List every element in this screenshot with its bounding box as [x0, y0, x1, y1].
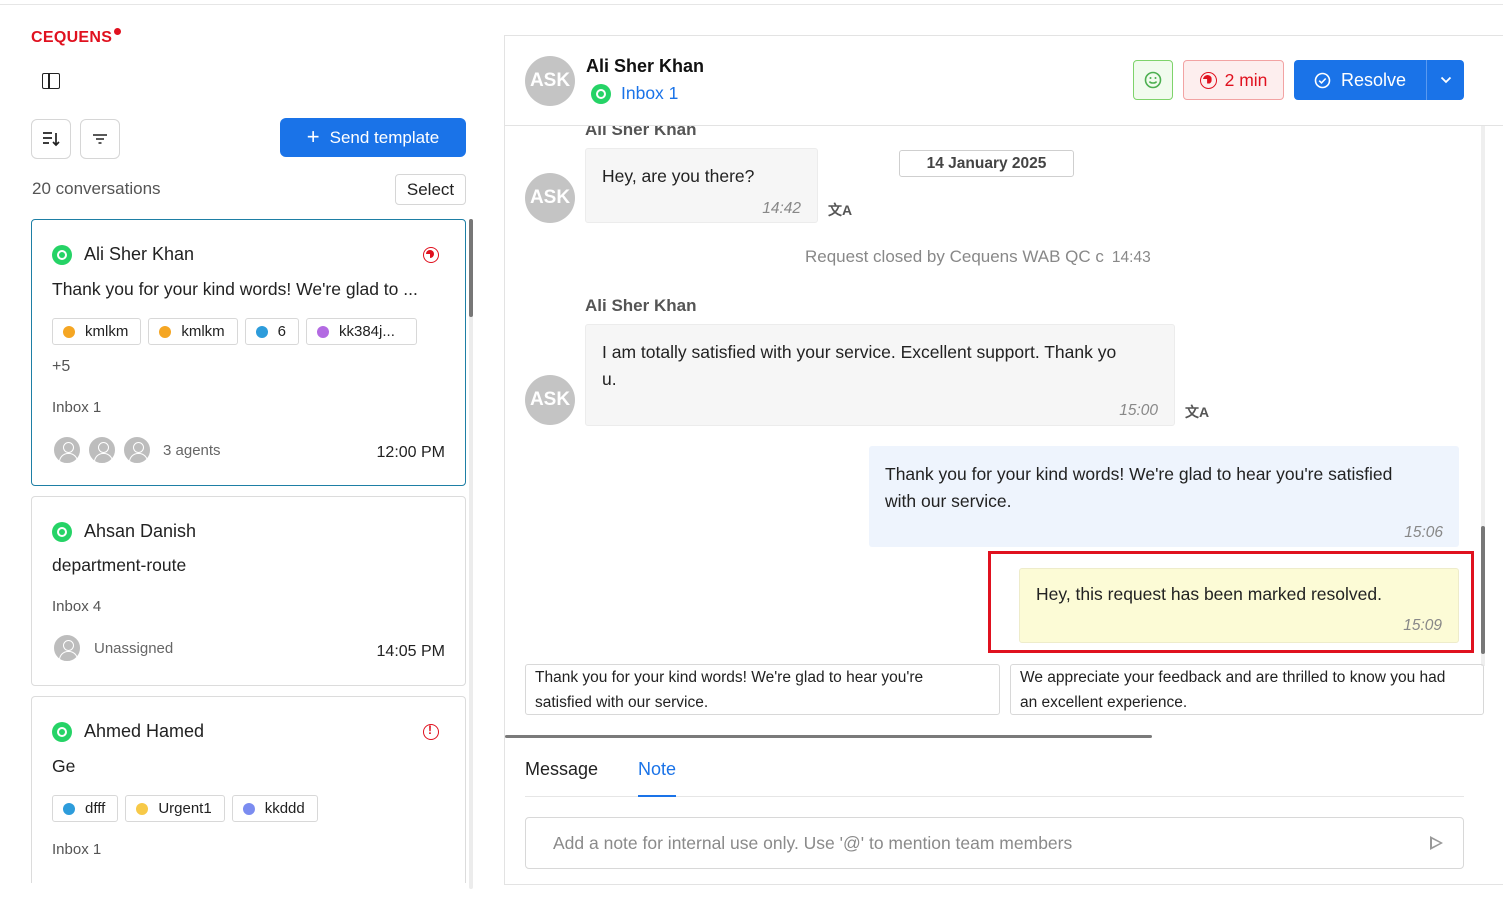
filter-button[interactable]	[80, 119, 120, 159]
reply-suggestion[interactable]: We appreciate your feedback and are thri…	[1010, 664, 1484, 715]
plus-icon: +	[306, 123, 320, 149]
unassigned-avatar	[52, 633, 82, 663]
chevron-down-icon	[1440, 76, 1451, 84]
conversation-time: 12:00 PM	[376, 444, 445, 461]
agent-avatar	[52, 435, 82, 465]
incoming-message: Hey, are you there? 14:42	[585, 148, 818, 223]
composer-tabs: Message Note	[525, 754, 1464, 797]
scrollbar-thumb[interactable]	[469, 219, 473, 317]
filter-icon	[93, 134, 107, 144]
reply-suggestion[interactable]: Thank you for your kind words! We're gla…	[525, 664, 1000, 715]
tab-note[interactable]: Note	[638, 754, 677, 797]
tag-color-dot	[136, 802, 149, 815]
tab-message[interactable]: Message	[525, 754, 598, 797]
tag-color-dot	[255, 325, 268, 338]
whatsapp-icon	[591, 83, 611, 104]
alert-icon	[423, 723, 439, 740]
message-preview: Ge	[52, 756, 76, 776]
contact-name: Ali Sher Khan	[84, 244, 195, 264]
sort-button[interactable]	[31, 119, 71, 159]
conversation-card[interactable]: Ahmed Hamed Ge dfff Urgent1 kkddd Inbox …	[31, 696, 466, 896]
contact-avatar: ASK	[525, 375, 575, 425]
tag-chip: Urgent1	[125, 795, 225, 822]
list-fade	[31, 883, 471, 913]
tag-color-dot	[317, 325, 329, 338]
conversation-card[interactable]: Ahsan Danish department-route Inbox 4 Un…	[31, 496, 466, 686]
tag-chip: dfff	[52, 795, 119, 822]
translate-icon[interactable]: 文A	[1185, 402, 1209, 422]
sidebar-scrollbar[interactable]	[469, 219, 473, 889]
agents-count: 3 agents	[163, 441, 221, 459]
chat-inbox[interactable]: Inbox 1	[591, 83, 678, 104]
sla-timer-button[interactable]: 2 min	[1183, 60, 1284, 100]
resolve-options-dropdown[interactable]	[1427, 76, 1464, 84]
agent-avatar	[122, 435, 152, 465]
timer-status-icon	[423, 247, 439, 263]
inbox-label: Inbox 1	[52, 841, 102, 858]
contact-name: Ahmed Hamed	[84, 721, 205, 741]
contact-avatar: ASK	[525, 56, 575, 106]
chat-header: ASK Ali Sher Khan Inbox 1 2 min Resolve	[505, 36, 1503, 126]
brand-logo: CEQUENS	[31, 28, 122, 47]
tag-color-dot	[242, 802, 255, 815]
tag-chip: kmlkm	[148, 318, 238, 345]
system-message: Request closed by Cequens WAB QC c 14:43	[805, 247, 1151, 266]
tag-chip: kkddd	[231, 795, 318, 822]
message-time: 14:42	[762, 200, 801, 217]
resolve-button[interactable]: Resolve	[1294, 70, 1426, 91]
select-button[interactable]: Select	[395, 174, 466, 205]
smile-icon	[1144, 71, 1162, 89]
note-placeholder: Add a note for internal use only. Use '@…	[553, 832, 1073, 853]
message-preview: department-route	[52, 555, 187, 575]
translate-icon[interactable]: 文A	[828, 200, 852, 220]
contact-name: Ahsan Danish	[84, 521, 197, 541]
message-preview: Thank you for your kind words! We're gla…	[52, 279, 418, 299]
message-sender: Ali Sher Khan	[585, 296, 697, 315]
contact-avatar: ASK	[525, 173, 575, 223]
date-separator: 14 January 2025	[899, 150, 1074, 177]
chat-panel: ASK Ali Sher Khan Inbox 1 2 min Resolve …	[504, 35, 1503, 885]
check-circle-icon	[1314, 72, 1331, 88]
messages-scrollbar[interactable]	[1481, 126, 1485, 666]
highlight-box	[988, 551, 1474, 653]
agent-avatar	[87, 435, 117, 465]
message-list: Ali Sher Khan Hey, are you there? 14:42 …	[505, 126, 1503, 736]
more-tags-count[interactable]: +5	[52, 358, 70, 376]
scrollbar-thumb[interactable]	[1481, 526, 1485, 654]
send-icon[interactable]	[1430, 836, 1443, 850]
outgoing-message: Thank you for your kind words! We're gla…	[869, 446, 1459, 547]
timer-icon	[1199, 71, 1217, 89]
tag-color-dot	[159, 325, 172, 338]
chat-contact-name: Ali Sher Khan	[586, 56, 705, 76]
send-template-button[interactable]: + Send template	[280, 118, 466, 157]
incoming-message: I am totally satisfied with your service…	[585, 324, 1175, 426]
whatsapp-icon	[52, 244, 72, 265]
whatsapp-icon	[52, 721, 72, 742]
conversation-sidebar: CEQUENS + Send template 20 conversations…	[0, 5, 490, 913]
sidebar-collapse-icon[interactable]	[42, 73, 60, 89]
inbox-label: Inbox 1	[52, 399, 102, 416]
sentiment-button[interactable]	[1133, 60, 1173, 100]
tag-color-dot	[63, 802, 75, 815]
tag-chip: kk384j...	[306, 318, 417, 345]
conversation-card[interactable]: Ali Sher Khan Thank you for your kind wo…	[31, 219, 466, 486]
suggestions-scrollbar[interactable]	[505, 735, 1152, 738]
note-input[interactable]: Add a note for internal use only. Use '@…	[525, 817, 1464, 869]
conversation-count: 20 conversations	[32, 179, 161, 198]
resolve-button-group: Resolve	[1294, 60, 1464, 100]
send-template-label: Send template	[329, 127, 440, 147]
tag-chip: kmlkm	[52, 318, 142, 345]
whatsapp-icon	[52, 521, 72, 542]
tag-color-dot	[63, 325, 75, 338]
message-time: 15:06	[1404, 524, 1443, 541]
timer-value: 2 min	[1224, 69, 1268, 90]
message-time: 15:00	[1119, 402, 1158, 419]
agents-status: Unassigned	[94, 639, 174, 657]
sort-icon	[43, 132, 60, 147]
conversation-time: 14:05 PM	[376, 643, 445, 660]
message-sender: Ali Sher Khan	[585, 126, 697, 139]
inbox-label: Inbox 4	[52, 598, 102, 615]
tag-chip: 6	[244, 318, 299, 345]
